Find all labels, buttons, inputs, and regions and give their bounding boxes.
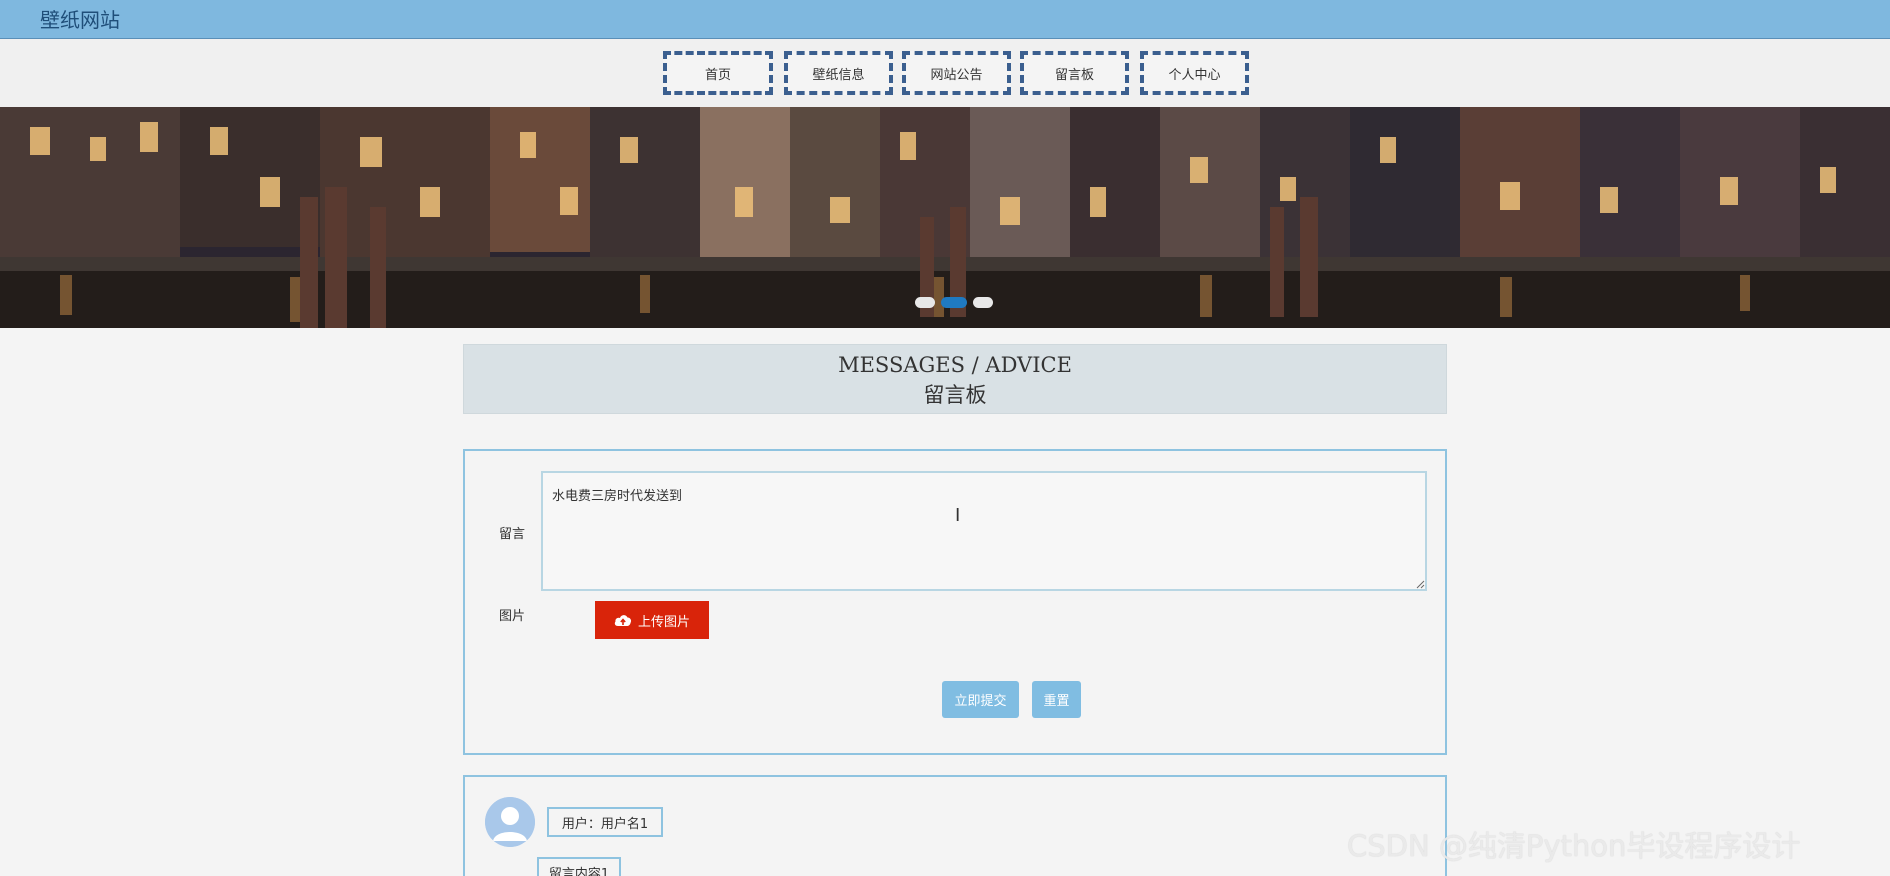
section-title-en: MESSAGES / ADVICE	[838, 353, 1072, 377]
night-waterfront-city-photo	[0, 107, 1890, 328]
top-bar: 壁纸网站	[0, 0, 1890, 39]
nav-item-wallpapers[interactable]: 壁纸信息	[784, 51, 893, 95]
upload-image-label: 上传图片	[637, 614, 690, 630]
cloud-upload-icon	[614, 615, 632, 626]
nav-item-personal-center[interactable]: 个人中心	[1140, 51, 1249, 95]
resize-grip-icon[interactable]	[1416, 580, 1425, 589]
carousel-dots	[915, 297, 993, 308]
comment-content: 留言内容1	[537, 857, 621, 876]
site-title[interactable]: 壁纸网站	[40, 4, 120, 33]
user-avatar-icon	[485, 797, 535, 847]
banner-carousel[interactable]	[0, 107, 1890, 328]
message-form: 留言 水电费三房时代发送到 I 图片 上传图片 立即提交 重置	[463, 449, 1447, 755]
message-textarea[interactable]: 水电费三房时代发送到	[541, 471, 1427, 591]
upload-image-button[interactable]: 上传图片	[595, 601, 709, 639]
section-header: MESSAGES / ADVICE 留言板	[463, 344, 1447, 414]
nav-item-message-board[interactable]: 留言板	[1020, 51, 1129, 95]
main-nav: 首页 壁纸信息 网站公告 留言板 个人中心	[0, 39, 1890, 107]
image-label: 图片	[499, 609, 526, 624]
watermark: CSDN @纯清Python毕设程序设计	[1347, 829, 1801, 863]
comment-user: 用户：用户名1	[547, 807, 663, 837]
text-cursor-icon: I	[955, 505, 961, 526]
reset-button[interactable]: 重置	[1032, 681, 1081, 718]
nav-item-home[interactable]: 首页	[663, 51, 773, 95]
submit-button[interactable]: 立即提交	[942, 681, 1019, 718]
comment-item: 用户：用户名1 留言内容1	[463, 775, 1447, 876]
carousel-dot-1[interactable]	[915, 297, 935, 308]
carousel-dot-3[interactable]	[973, 297, 993, 308]
avatar	[485, 797, 535, 847]
message-label: 留言	[499, 527, 526, 542]
nav-item-announcements[interactable]: 网站公告	[902, 51, 1011, 95]
section-title-cn: 留言板	[923, 383, 987, 407]
carousel-dot-2[interactable]	[941, 297, 967, 308]
